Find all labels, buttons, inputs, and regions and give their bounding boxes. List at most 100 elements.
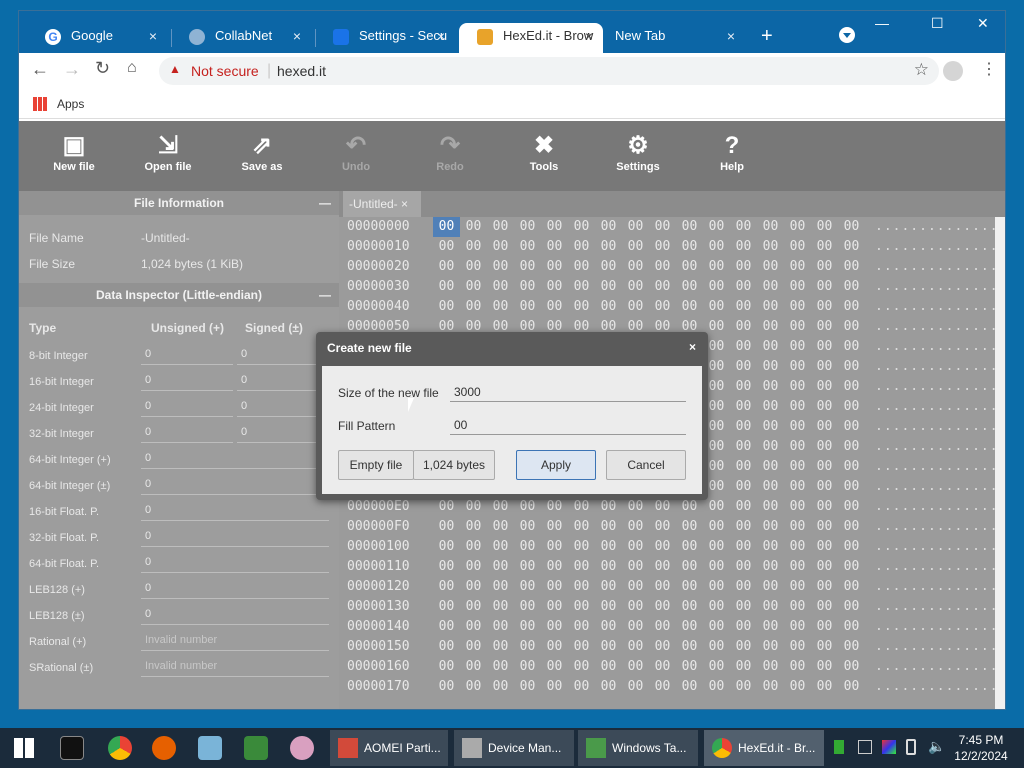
tray-display-icon[interactable] <box>858 740 872 754</box>
hex-byte[interactable]: 00 <box>784 217 811 237</box>
hex-byte[interactable]: 00 <box>460 277 487 297</box>
close-icon[interactable]: × <box>689 340 696 354</box>
hex-byte[interactable]: 00 <box>676 657 703 677</box>
hex-byte[interactable]: 00 <box>622 517 649 537</box>
new-tab-button[interactable]: + <box>761 25 773 48</box>
hex-byte[interactable]: 00 <box>784 257 811 277</box>
hex-byte[interactable]: 00 <box>595 617 622 637</box>
ascii-column[interactable]: ................ <box>875 517 1005 537</box>
hex-byte[interactable]: 00 <box>433 577 460 597</box>
hex-byte[interactable]: 00 <box>730 557 757 577</box>
hex-byte[interactable]: 00 <box>757 237 784 257</box>
hex-byte[interactable]: 00 <box>757 497 784 517</box>
hex-byte[interactable]: 00 <box>703 537 730 557</box>
hex-byte[interactable]: 00 <box>514 257 541 277</box>
new-file-button[interactable]: ▣ New file <box>39 131 109 173</box>
hex-byte[interactable]: 00 <box>730 317 757 337</box>
hex-byte[interactable]: 00 <box>838 417 865 437</box>
hex-byte[interactable]: 00 <box>784 557 811 577</box>
hex-byte[interactable]: 00 <box>568 657 595 677</box>
ascii-column[interactable]: ................ <box>875 557 1005 577</box>
hex-byte[interactable]: 00 <box>784 537 811 557</box>
hex-byte[interactable]: 00 <box>622 497 649 517</box>
hex-byte[interactable]: 00 <box>811 337 838 357</box>
hex-byte[interactable]: 00 <box>649 237 676 257</box>
hex-byte[interactable]: 00 <box>487 517 514 537</box>
hex-byte[interactable]: 00 <box>757 337 784 357</box>
hex-byte[interactable]: 00 <box>433 617 460 637</box>
bookmark-star-icon[interactable]: ☆ <box>914 60 929 80</box>
hex-row[interactable]: 00000110 00 00 00 00 00 00 00 00 00 00 00 00 00 00 00 00… <box>347 557 1005 577</box>
apply-button[interactable]: Apply <box>516 450 596 480</box>
hex-byte[interactable]: 00 <box>811 357 838 377</box>
hex-byte[interactable]: 00 <box>460 637 487 657</box>
hex-byte[interactable]: 00 <box>433 277 460 297</box>
hex-byte[interactable]: 00 <box>784 497 811 517</box>
hex-byte[interactable]: 00 <box>649 617 676 637</box>
hex-byte[interactable]: 00 <box>730 377 757 397</box>
hex-byte[interactable]: 00 <box>703 577 730 597</box>
hex-byte[interactable]: 00 <box>730 297 757 317</box>
hex-byte[interactable]: 00 <box>676 297 703 317</box>
hex-byte[interactable]: 00 <box>514 637 541 657</box>
hex-byte[interactable]: 00 <box>784 437 811 457</box>
hex-byte[interactable]: 00 <box>460 217 487 237</box>
hex-byte[interactable]: 00 <box>514 617 541 637</box>
ascii-column[interactable]: ................ <box>875 537 1005 557</box>
hex-byte[interactable]: 00 <box>595 517 622 537</box>
hex-byte[interactable]: 00 <box>784 237 811 257</box>
collapse-icon[interactable]: — <box>319 191 331 215</box>
hex-byte[interactable]: 00 <box>784 457 811 477</box>
ascii-column[interactable]: ................ <box>875 617 1005 637</box>
hex-byte[interactable]: 00 <box>487 597 514 617</box>
hex-byte[interactable]: 00 <box>460 297 487 317</box>
minimize-button[interactable]: — <box>875 15 889 31</box>
hex-byte[interactable]: 00 <box>460 237 487 257</box>
redo-button[interactable]: ↷ Redo <box>415 131 485 173</box>
hex-byte[interactable]: 00 <box>514 537 541 557</box>
hex-byte[interactable]: 00 <box>433 557 460 577</box>
hex-byte[interactable]: 00 <box>784 517 811 537</box>
hex-byte[interactable]: 00 <box>595 297 622 317</box>
hex-byte[interactable]: 00 <box>730 537 757 557</box>
ascii-column[interactable]: ................ <box>875 577 1005 597</box>
ascii-column[interactable]: ................ <box>875 217 1005 237</box>
hex-byte[interactable]: 00 <box>595 597 622 617</box>
hex-byte[interactable]: 00 <box>514 597 541 617</box>
hex-byte[interactable]: 00 <box>595 237 622 257</box>
hex-byte[interactable]: 00 <box>838 477 865 497</box>
hex-byte[interactable]: 00 <box>487 637 514 657</box>
hex-byte[interactable]: 00 <box>838 657 865 677</box>
hex-byte[interactable]: 00 <box>730 577 757 597</box>
hex-byte[interactable]: 00 <box>703 297 730 317</box>
hex-byte[interactable]: 00 <box>784 357 811 377</box>
hex-byte[interactable]: 00 <box>622 657 649 677</box>
hex-byte[interactable]: 00 <box>595 257 622 277</box>
hex-row[interactable]: 00000130 00 00 00 00 00 00 00 00 00 00 00 00 00 00 00 00… <box>347 597 1005 617</box>
hex-byte[interactable]: 00 <box>487 557 514 577</box>
hex-byte[interactable]: 00 <box>433 637 460 657</box>
tools-button[interactable]: ✖ Tools <box>509 131 579 173</box>
cancel-button[interactable]: Cancel <box>606 450 686 480</box>
hex-byte[interactable]: 00 <box>838 317 865 337</box>
ascii-column[interactable]: ................ <box>875 337 1005 357</box>
hex-byte[interactable]: 00 <box>433 517 460 537</box>
hex-byte[interactable]: 00 <box>622 677 649 697</box>
hex-byte[interactable]: 00 <box>838 537 865 557</box>
hex-byte[interactable]: 00 <box>730 617 757 637</box>
hex-byte[interactable]: 00 <box>649 637 676 657</box>
hex-byte[interactable]: 00 <box>730 437 757 457</box>
hex-byte[interactable]: 00 <box>757 477 784 497</box>
hex-byte[interactable]: 00 <box>676 497 703 517</box>
collapse-icon[interactable]: — <box>319 283 331 307</box>
ascii-column[interactable]: ................ <box>875 297 1005 317</box>
hex-byte[interactable]: 00 <box>757 617 784 637</box>
hex-byte[interactable]: 00 <box>622 297 649 317</box>
hex-byte[interactable]: 00 <box>838 357 865 377</box>
hex-byte[interactable]: 00 <box>784 677 811 697</box>
hex-byte[interactable]: 00 <box>838 337 865 357</box>
hex-row[interactable]: 00000100 00 00 00 00 00 00 00 00 00 00 00 00 00 00 00 00… <box>347 537 1005 557</box>
hex-byte[interactable]: 00 <box>487 537 514 557</box>
hex-byte[interactable]: 00 <box>730 677 757 697</box>
hex-byte[interactable]: 00 <box>622 617 649 637</box>
